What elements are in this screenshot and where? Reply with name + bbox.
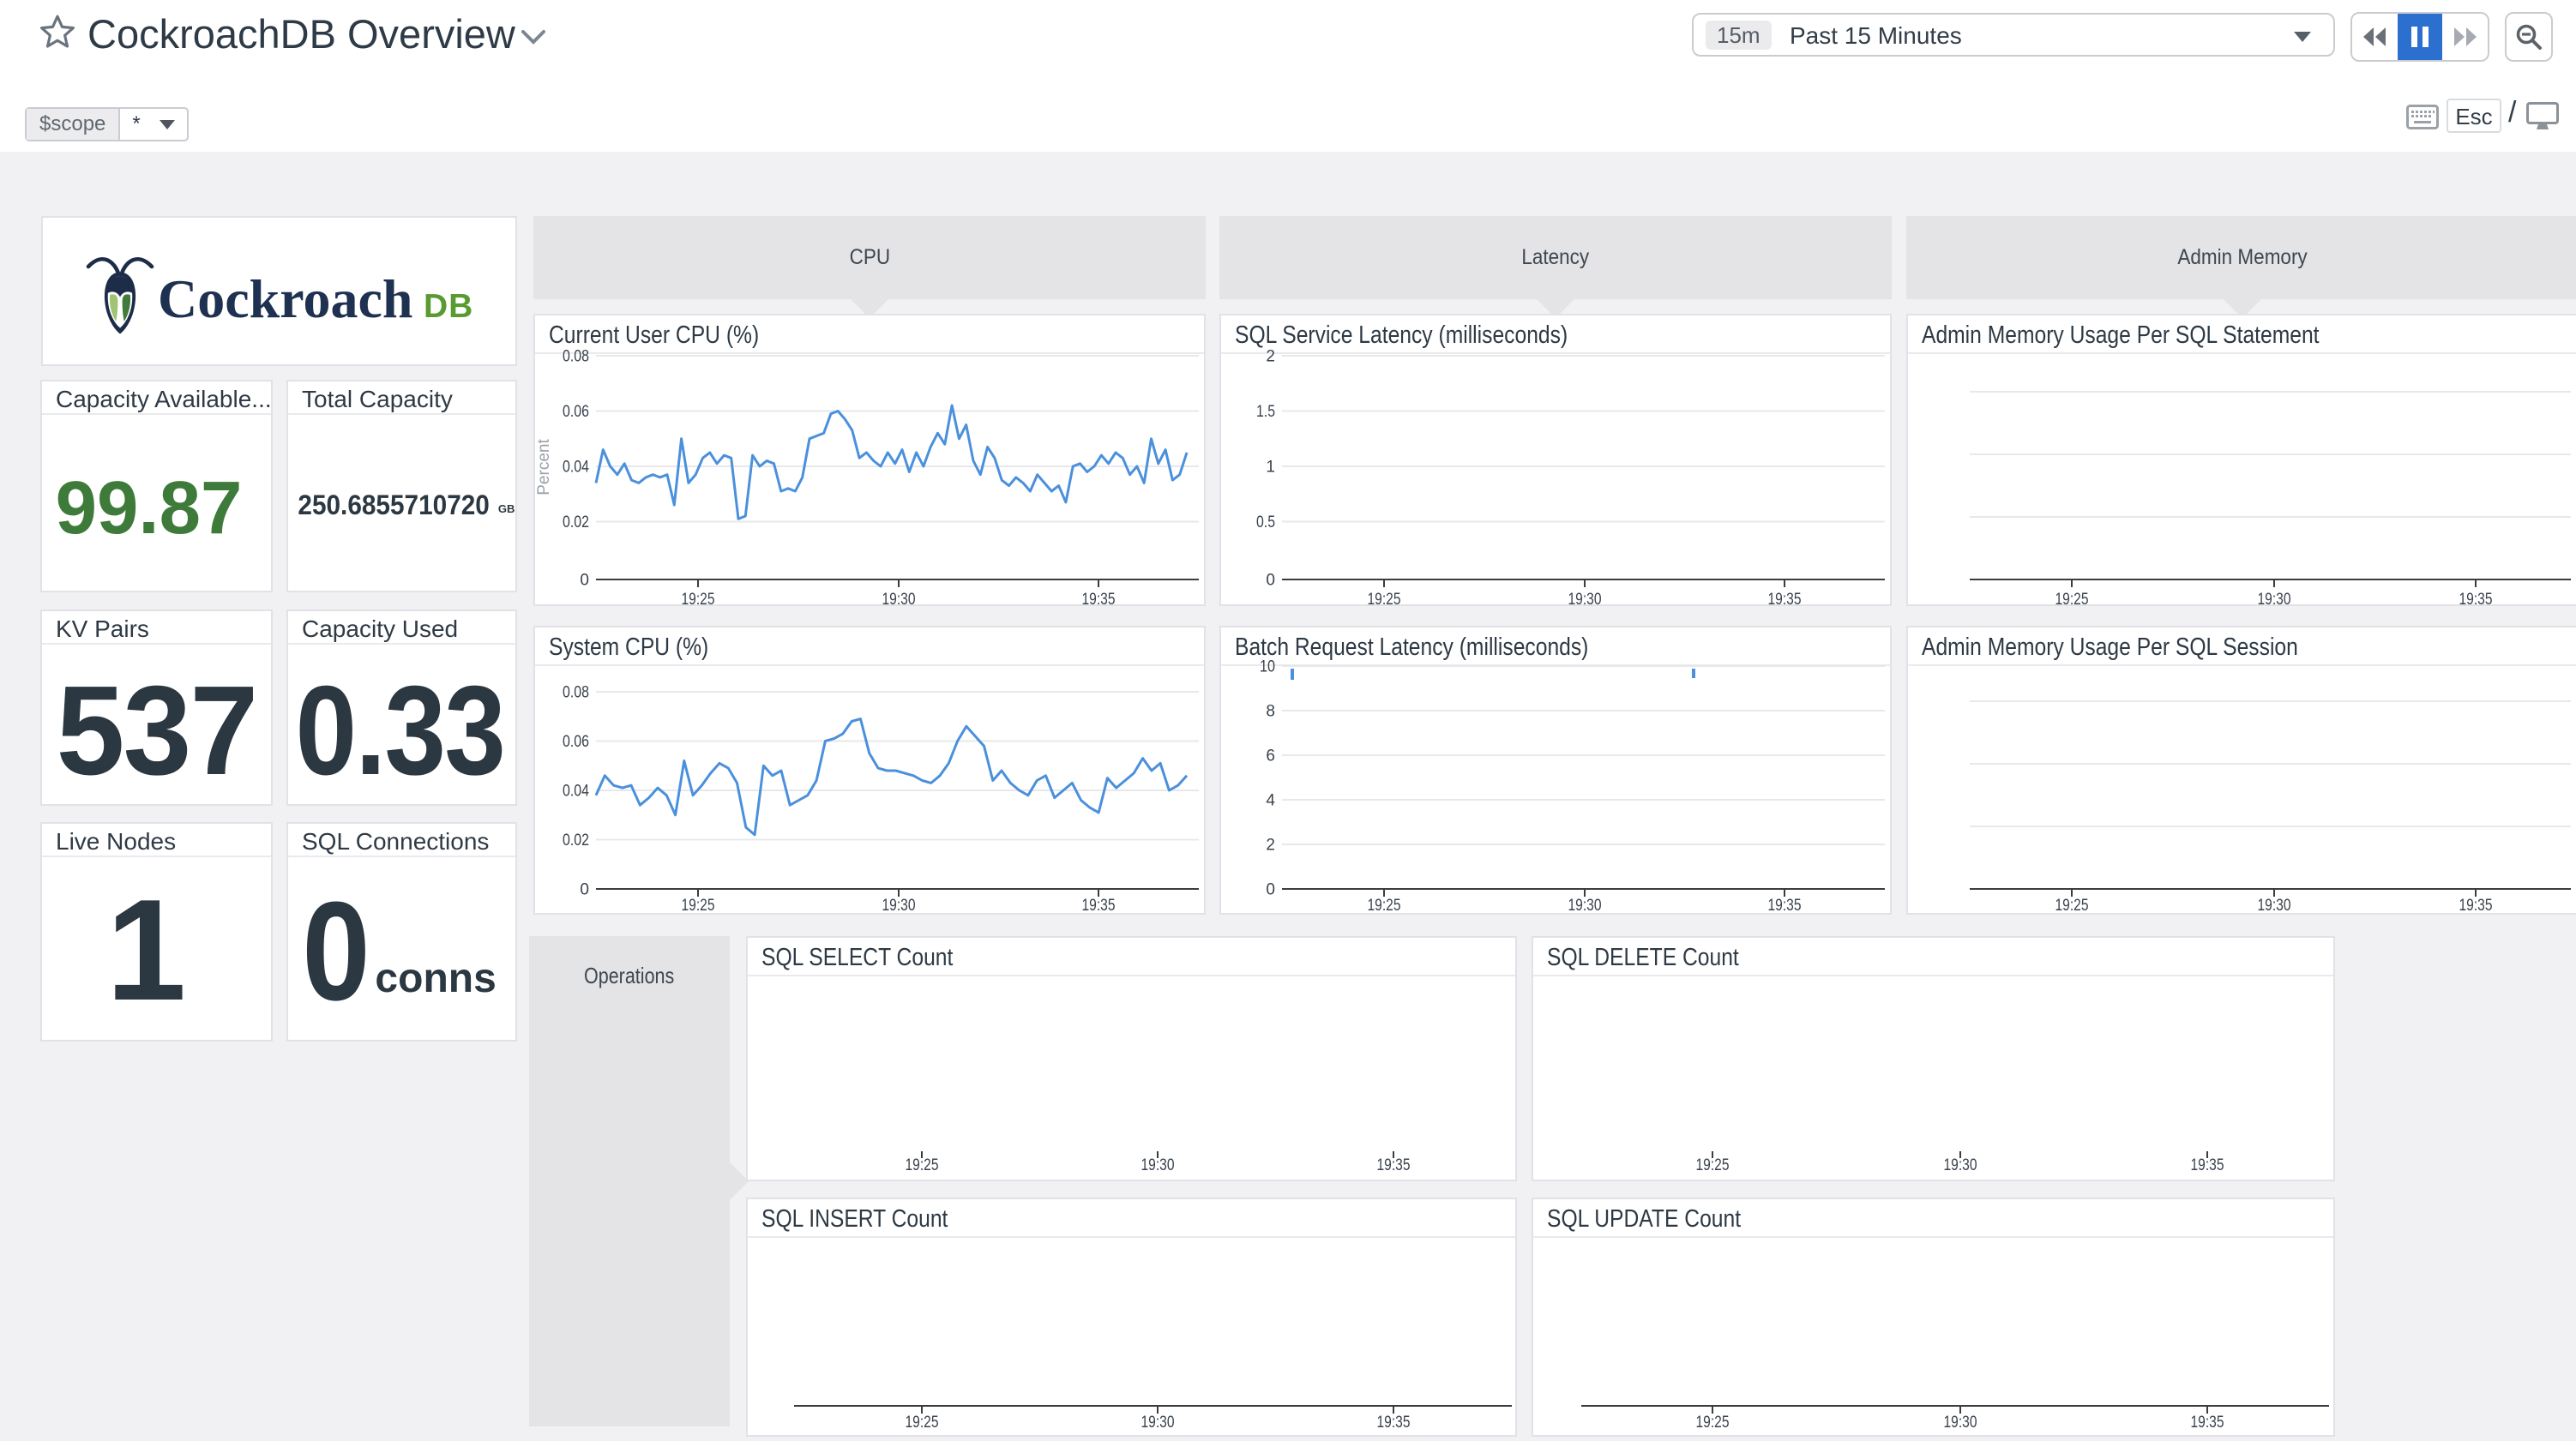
svg-text:DB: DB — [424, 288, 473, 325]
svg-text:Cockroach: Cockroach — [158, 268, 412, 329]
